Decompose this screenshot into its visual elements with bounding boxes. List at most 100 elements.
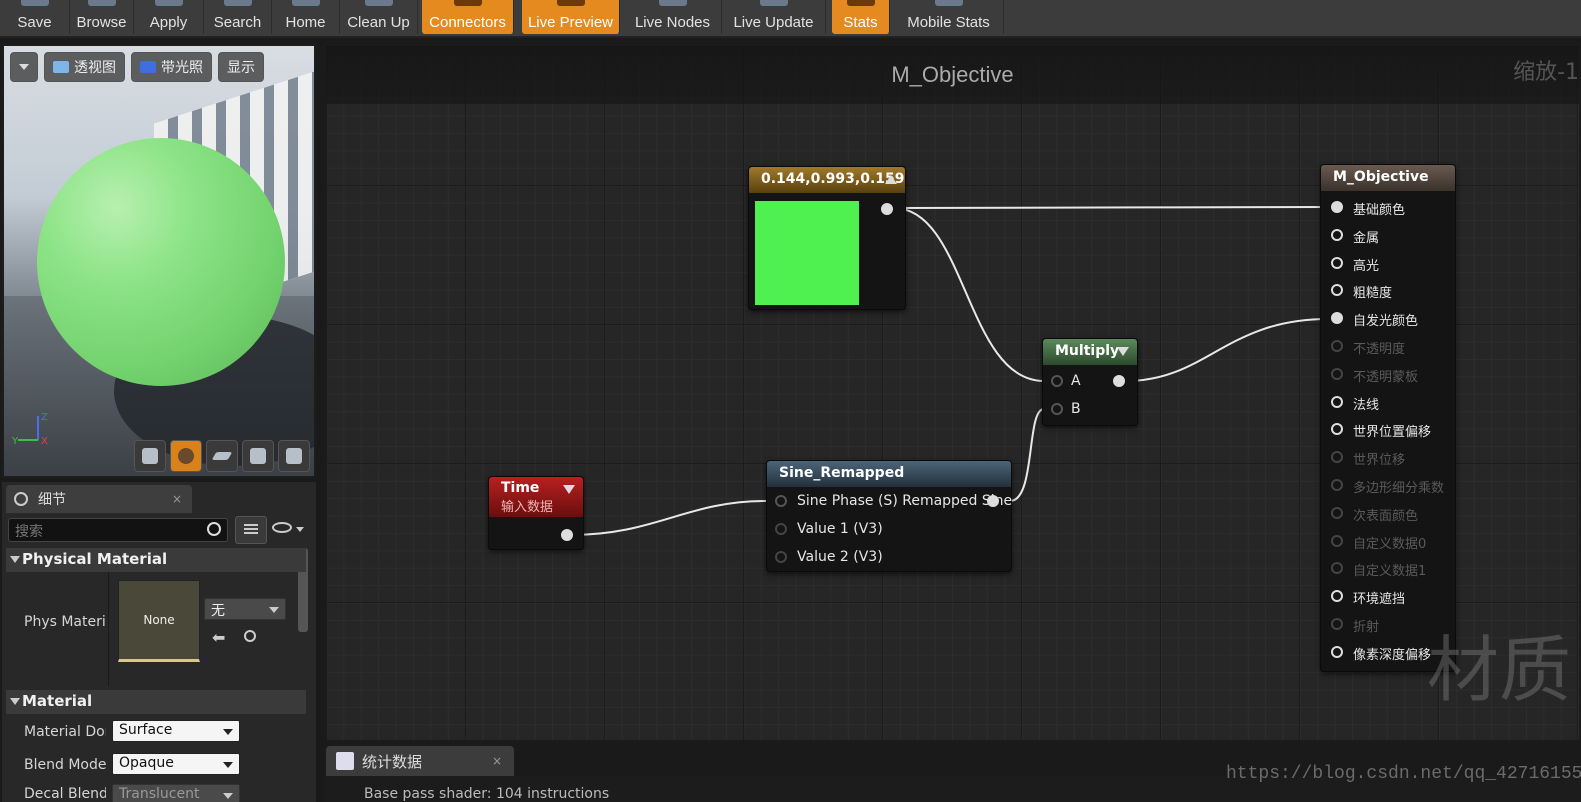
perspective-button[interactable]: 透视图 (44, 52, 125, 82)
result-pin[interactable] (1331, 479, 1343, 491)
result-pin[interactable] (1331, 645, 1343, 658)
phys-material-dropdown[interactable]: 无 (204, 598, 286, 620)
result-pin-label: 金属 (1353, 230, 1380, 246)
constant3-node[interactable]: 0.144,0.993,0.159 (748, 166, 906, 310)
browse-button[interactable]: Browse (70, 0, 134, 34)
result-pin-label: 折射 (1353, 620, 1380, 635)
multiply-output-pin[interactable] (1113, 375, 1125, 387)
result-node[interactable]: M_Objective 基础颜色 金属 高光 粗糙度 自发光颜色 不透明度 不透明蒙板 法线世… (1320, 164, 1456, 672)
value1-input-pin[interactable] (775, 523, 787, 535)
result-pin-label: 世界位移 (1353, 453, 1406, 469)
result-pin[interactable] (1331, 395, 1343, 408)
list-icon (244, 524, 258, 536)
live-nodes-button[interactable]: Live Nodes (624, 0, 722, 34)
live-update-button[interactable]: Live Update (722, 0, 826, 34)
cube-preview-button[interactable] (242, 440, 274, 472)
result-pin[interactable] (1331, 201, 1343, 213)
sine-phase-input-pin[interactable] (775, 495, 787, 507)
output-pin[interactable] (881, 203, 893, 215)
plane-preview-button[interactable] (206, 440, 238, 472)
connectors-button[interactable]: Connectors (422, 0, 514, 34)
custom-mesh-preview-button[interactable] (278, 440, 310, 472)
details-search-input[interactable]: 搜索 (8, 518, 228, 542)
sine-remapped-node[interactable]: Sine_Remapped Sine Phase (S) Remapped Si… (766, 460, 1012, 572)
cleanup-icon (364, 0, 393, 6)
multiply-node[interactable]: Multiply A B (1042, 338, 1138, 426)
cylinder-preview-button[interactable] (134, 440, 166, 472)
time-output-pin[interactable] (561, 529, 573, 541)
result-pin[interactable] (1331, 562, 1343, 575)
lit-mode-button[interactable]: 带光照 (131, 52, 212, 82)
axis-gizmo: Z X Y (12, 412, 48, 447)
result-pin-label: 粗糙度 (1353, 286, 1393, 302)
home-button[interactable]: Home (272, 0, 340, 34)
section-material[interactable]: Material (6, 690, 306, 714)
tab-details[interactable]: 细节 × (6, 485, 192, 513)
result-pin-label: 不透明度 (1353, 342, 1406, 357)
material-graph[interactable]: M_Objective 缩放-1 0.144,0.993,0.159 Multi… (324, 44, 1581, 742)
phys-material-thumbnail[interactable]: None (118, 580, 200, 662)
apply-button[interactable]: Apply (134, 0, 204, 34)
decal-blend-dropdown[interactable]: Translucent (112, 784, 240, 802)
sphere-preview-button[interactable] (170, 440, 202, 472)
browse-asset-icon[interactable] (244, 630, 256, 642)
result-pin-label: 像素深度偏移 (1353, 647, 1432, 663)
result-pin[interactable] (1331, 451, 1343, 464)
preview-viewport[interactable]: 透视图 带光照 显示 Z X Y (2, 44, 316, 478)
multiply-pin-a[interactable] (1051, 375, 1063, 387)
show-button[interactable]: 显示 (218, 52, 264, 82)
result-pin[interactable] (1331, 284, 1343, 297)
result-pin[interactable] (1331, 256, 1343, 269)
apply-icon (154, 0, 183, 6)
stats-button[interactable]: Stats (832, 0, 890, 34)
close-icon[interactable]: × (172, 492, 182, 506)
live-preview-button[interactable]: Live Preview (522, 0, 620, 34)
result-pin[interactable] (1331, 423, 1343, 436)
close-icon[interactable]: × (492, 754, 502, 768)
clean-up-button[interactable]: Clean Up (340, 0, 418, 34)
color-swatch (755, 201, 859, 305)
result-pin[interactable] (1331, 367, 1343, 380)
wire-constant-to-base-color (893, 206, 1329, 209)
material-domain-dropdown[interactable]: Surface (112, 720, 240, 742)
visibility-filter-button[interactable] (272, 522, 310, 540)
viewport-options-button[interactable] (10, 52, 38, 82)
result-pin[interactable] (1331, 618, 1343, 630)
result-pin-label: 不透明蒙板 (1353, 369, 1419, 385)
sine-output-pin[interactable] (987, 495, 999, 507)
search-icon (223, 0, 252, 6)
result-pin[interactable] (1331, 534, 1343, 547)
result-pin[interactable] (1331, 312, 1343, 325)
view-options-button[interactable] (235, 516, 267, 544)
live-nodes-icon (658, 0, 687, 6)
section-physical-material[interactable]: Physical Material (6, 548, 306, 572)
result-pin[interactable] (1331, 228, 1343, 241)
time-node[interactable]: Time 输入数据 (488, 476, 584, 550)
search-button[interactable]: Search (204, 0, 272, 34)
collapse-icon[interactable] (563, 485, 575, 494)
result-pin-label: 自定义数据0 (1353, 536, 1427, 552)
multiply-pin-b[interactable] (1051, 403, 1063, 415)
tab-stats[interactable]: 统计数据 × (326, 746, 514, 776)
plane-icon (211, 452, 233, 460)
live-update-icon (759, 0, 788, 6)
value2-input-pin[interactable] (775, 551, 787, 563)
details-panel: 细节 × 搜索 Physical Material Phys Material … (2, 482, 316, 802)
save-button[interactable]: Save (0, 0, 70, 34)
decal-blend-label: Decal Blend (24, 786, 106, 802)
collapse-icon[interactable] (885, 175, 897, 184)
result-pin[interactable] (1331, 340, 1343, 352)
result-pin[interactable] (1331, 506, 1343, 519)
blend-mode-dropdown[interactable]: Opaque (112, 753, 240, 775)
result-pin-label: 次表面颜色 (1353, 508, 1419, 524)
wire-sine-to-multiply-b (1009, 408, 1045, 502)
chevron-down-icon (223, 762, 233, 768)
axis-x-label: X (41, 436, 48, 447)
wire-time-to-sine (569, 500, 767, 536)
collapse-icon[interactable] (1117, 347, 1129, 356)
stats-tab-icon (336, 752, 354, 770)
result-pin[interactable] (1331, 590, 1343, 603)
use-selected-arrow-icon[interactable]: ⬅ (212, 628, 225, 647)
mobile-stats-button[interactable]: Mobile Stats (894, 0, 1004, 34)
viewport-toolbar: 透视图 带光照 显示 (10, 52, 264, 82)
